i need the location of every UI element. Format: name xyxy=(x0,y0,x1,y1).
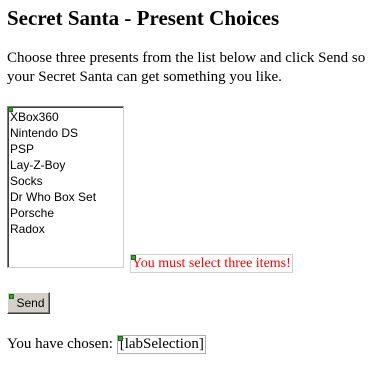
list-option-porsche[interactable]: Porsche xyxy=(10,205,123,221)
list-option-xbox360[interactable]: XBox360 xyxy=(10,109,123,125)
control-marker-icon xyxy=(131,255,136,260)
list-option-nintendo-ds[interactable]: Nintendo DS xyxy=(10,125,123,141)
validation-message-text: You must select three items! xyxy=(132,256,291,271)
instructions-text: Choose three presents from the list belo… xyxy=(7,50,366,85)
selection-label: [labSelection] xyxy=(116,335,206,354)
chosen-prefix: You have chosen: xyxy=(7,336,113,352)
send-button-label: Send xyxy=(16,296,45,310)
list-option-socks[interactable]: Socks xyxy=(10,173,123,189)
list-option-lay-z-boy[interactable]: Lay-Z-Boy xyxy=(10,157,123,173)
control-marker-icon xyxy=(9,294,14,299)
page-title: Secret Santa - Present Choices xyxy=(7,6,280,30)
send-button[interactable]: Send xyxy=(7,292,50,314)
list-option-psp[interactable]: PSP xyxy=(10,141,123,157)
validation-message: You must select three items! xyxy=(130,254,293,273)
list-option-dr-who-box-set[interactable]: Dr Who Box Set xyxy=(10,189,123,205)
chosen-row: You have chosen: [labSelection] xyxy=(7,335,206,354)
selection-label-text: [labSelection] xyxy=(119,336,204,352)
presents-listbox[interactable]: XBox360 Nintendo DS PSP Lay-Z-Boy Socks … xyxy=(7,106,124,268)
control-marker-icon xyxy=(8,107,13,112)
list-option-radox[interactable]: Radox xyxy=(10,221,123,237)
control-marker-icon xyxy=(117,336,123,341)
